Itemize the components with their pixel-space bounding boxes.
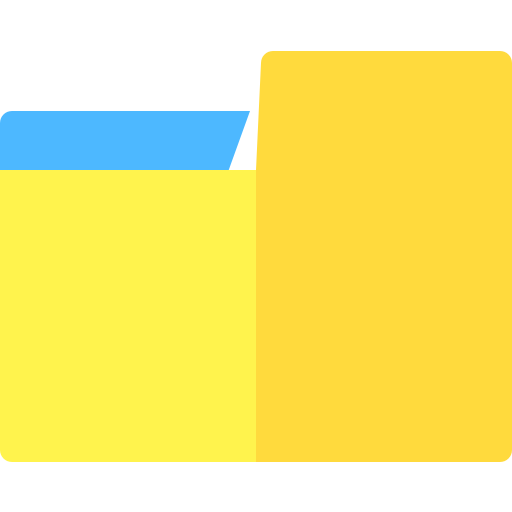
folder-tab-shape bbox=[0, 111, 250, 172]
folder-body-left-shape bbox=[0, 170, 260, 462]
folder-body-right-shape bbox=[256, 51, 512, 462]
folder-icon-canvas bbox=[0, 0, 512, 512]
folder-icon bbox=[0, 51, 512, 462]
